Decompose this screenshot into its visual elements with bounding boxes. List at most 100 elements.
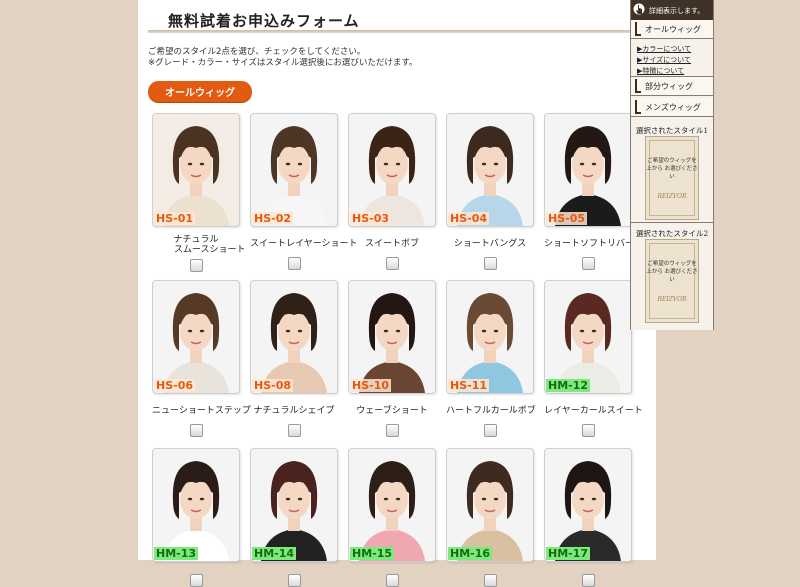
style-checkbox[interactable] xyxy=(287,424,301,437)
style-name: スイートボブ xyxy=(348,239,436,249)
form-page: 無料試着お申込みフォーム ご希望のスタイル2点を選び、チェックをしてください。 … xyxy=(138,0,656,587)
style-card[interactable]: HS-11 ハートフルカールボブ xyxy=(446,280,536,437)
style-card[interactable]: HM-12 レイヤーカールスイート xyxy=(544,280,643,437)
sidebar-item-partial-wig[interactable]: 部分ウィッグ xyxy=(631,77,713,96)
style-name-line-1: ウェーブショート xyxy=(356,406,428,416)
style-card[interactable]: HS-05 ショートソフトリバース xyxy=(544,113,643,270)
slot-hint-line-2: 上から お選びください xyxy=(646,166,698,180)
style-card[interactable]: HM-17 xyxy=(544,448,632,587)
style-photo[interactable]: HS-04 xyxy=(446,113,534,227)
selected-style-2-slot[interactable]: ご希望のウィッグを 上から お選びください REIZVOR xyxy=(645,239,699,323)
style-checkbox[interactable] xyxy=(581,257,595,270)
style-checkbox[interactable] xyxy=(385,257,399,270)
model-portrait-icon xyxy=(555,126,621,226)
style-checkbox[interactable] xyxy=(287,257,301,270)
category-tab-all-wig[interactable]: オールウィッグ xyxy=(148,81,252,102)
style-name: ナチュラルシェイプ xyxy=(250,406,338,416)
style-code-label: HS-06 xyxy=(154,379,196,392)
style-checkbox[interactable] xyxy=(189,574,203,587)
style-name: ニューショートステップ xyxy=(152,406,251,416)
style-code-label: HS-04 xyxy=(448,212,490,225)
style-card[interactable]: HS-03 スイートボブ xyxy=(348,113,436,270)
link-size[interactable]: ▶サイズについて xyxy=(637,55,691,65)
style-photo[interactable]: HS-03 xyxy=(348,113,436,227)
style-card[interactable]: HM-13 xyxy=(152,448,240,587)
style-code-label: HM-17 xyxy=(546,547,591,560)
style-photo[interactable]: HS-08 xyxy=(250,280,338,394)
style-checkbox[interactable] xyxy=(483,257,497,270)
model-portrait-icon xyxy=(359,461,425,561)
sidebar-banner[interactable]: 詳細表示します。 xyxy=(631,0,713,20)
style-name: ショートバングス xyxy=(446,239,534,249)
sidebar-item-mens-wig[interactable]: メンズウィッグ xyxy=(631,98,713,117)
style-photo[interactable]: HM-15 xyxy=(348,448,436,562)
style-name-line-1: ショートソフトリバース xyxy=(544,239,643,249)
model-portrait-icon xyxy=(261,126,327,226)
style-checkbox[interactable] xyxy=(385,574,399,587)
style-code-label: HS-05 xyxy=(546,212,588,225)
style-checkbox[interactable] xyxy=(581,574,595,587)
instruction-line-2: ※グレード・カラー・サイズはスタイル選択後にお選びいただけます。 xyxy=(148,58,418,68)
style-card[interactable]: HM-14 xyxy=(250,448,338,587)
link-features[interactable]: ▶特徴について xyxy=(637,66,684,76)
sidebar-divider xyxy=(631,222,713,223)
style-name: ハートフルカールボブ xyxy=(446,406,536,416)
style-code-label: HM-16 xyxy=(448,547,493,560)
style-photo[interactable]: HM-12 xyxy=(544,280,632,394)
style-card[interactable]: HS-08 ナチュラルシェイプ xyxy=(250,280,338,437)
style-name-line-1: ショートバングス xyxy=(453,239,527,249)
nav-bracket-foot xyxy=(635,112,641,114)
style-photo[interactable]: HS-01 xyxy=(152,113,240,227)
style-checkbox[interactable] xyxy=(287,574,301,587)
model-portrait-icon xyxy=(163,293,229,393)
style-code-label: HS-03 xyxy=(350,212,392,225)
style-card[interactable]: HS-06 ニューショートステップ xyxy=(152,280,251,437)
style-code-label: HM-13 xyxy=(154,547,199,560)
style-photo[interactable]: HS-05 xyxy=(544,113,632,227)
style-photo[interactable]: HM-13 xyxy=(152,448,240,562)
style-card[interactable]: HS-01 ナチュラル スムースショート xyxy=(152,113,246,272)
style-name: ウェーブショート xyxy=(348,406,436,416)
style-name: レイヤーカールスイート xyxy=(544,406,643,416)
selected-style-1-title: 選択されたスタイル1 xyxy=(635,126,709,135)
style-name-line-1: ハートフルカールボブ xyxy=(446,406,536,416)
style-name-line-1: ニューショートステップ xyxy=(152,406,251,416)
model-portrait-icon xyxy=(261,293,327,393)
style-card[interactable]: HS-04 ショートバングス xyxy=(446,113,534,270)
style-photo[interactable]: HM-17 xyxy=(544,448,632,562)
sidebar-item-all-wig[interactable]: オールウィッグ xyxy=(631,20,713,39)
style-checkbox[interactable] xyxy=(483,574,497,587)
style-photo[interactable]: HS-11 xyxy=(446,280,534,394)
style-checkbox[interactable] xyxy=(581,424,595,437)
selected-style-1-slot[interactable]: ご希望のウィッグを 上から お選びください REIZVOR xyxy=(645,136,699,220)
slot-hint-line-1: ご希望のウィッグを xyxy=(647,158,697,164)
style-checkbox[interactable] xyxy=(483,424,497,437)
model-portrait-icon xyxy=(359,293,425,393)
style-checkbox[interactable] xyxy=(385,424,399,437)
style-photo[interactable]: HM-14 xyxy=(250,448,338,562)
style-photo[interactable]: HS-10 xyxy=(348,280,436,394)
style-code-label: HS-11 xyxy=(448,379,490,392)
style-name-line-1: ナチュラル xyxy=(173,235,219,245)
slot-hint-line-1: ご希望のウィッグを xyxy=(647,261,697,267)
style-card[interactable]: HM-15 xyxy=(348,448,436,587)
style-name-line-1: スイートレイヤーショート xyxy=(250,239,358,249)
link-color[interactable]: ▶カラーについて xyxy=(637,44,691,54)
nav-bracket-foot xyxy=(635,91,641,93)
style-name-line-2: スムースショート xyxy=(174,245,246,255)
model-portrait-icon xyxy=(555,293,621,393)
banner-text: 詳細表示します。 xyxy=(649,7,705,15)
style-card[interactable]: HS-02 スイートレイヤーショート xyxy=(250,113,358,270)
style-photo[interactable]: HS-06 xyxy=(152,280,240,394)
style-card[interactable]: HS-10 ウェーブショート xyxy=(348,280,436,437)
style-photo[interactable]: HS-02 xyxy=(250,113,338,227)
style-photo[interactable]: HM-16 xyxy=(446,448,534,562)
model-portrait-icon xyxy=(555,461,621,561)
brand-logo: REIZVOR xyxy=(657,296,687,303)
style-card[interactable]: HM-16 xyxy=(446,448,534,587)
style-checkbox[interactable] xyxy=(189,259,203,272)
style-checkbox[interactable] xyxy=(189,424,203,437)
sidebar-item-label: メンズウィッグ xyxy=(645,103,701,112)
style-name-line-1: スイートボブ xyxy=(364,239,419,249)
style-code-label: HS-10 xyxy=(350,379,392,392)
